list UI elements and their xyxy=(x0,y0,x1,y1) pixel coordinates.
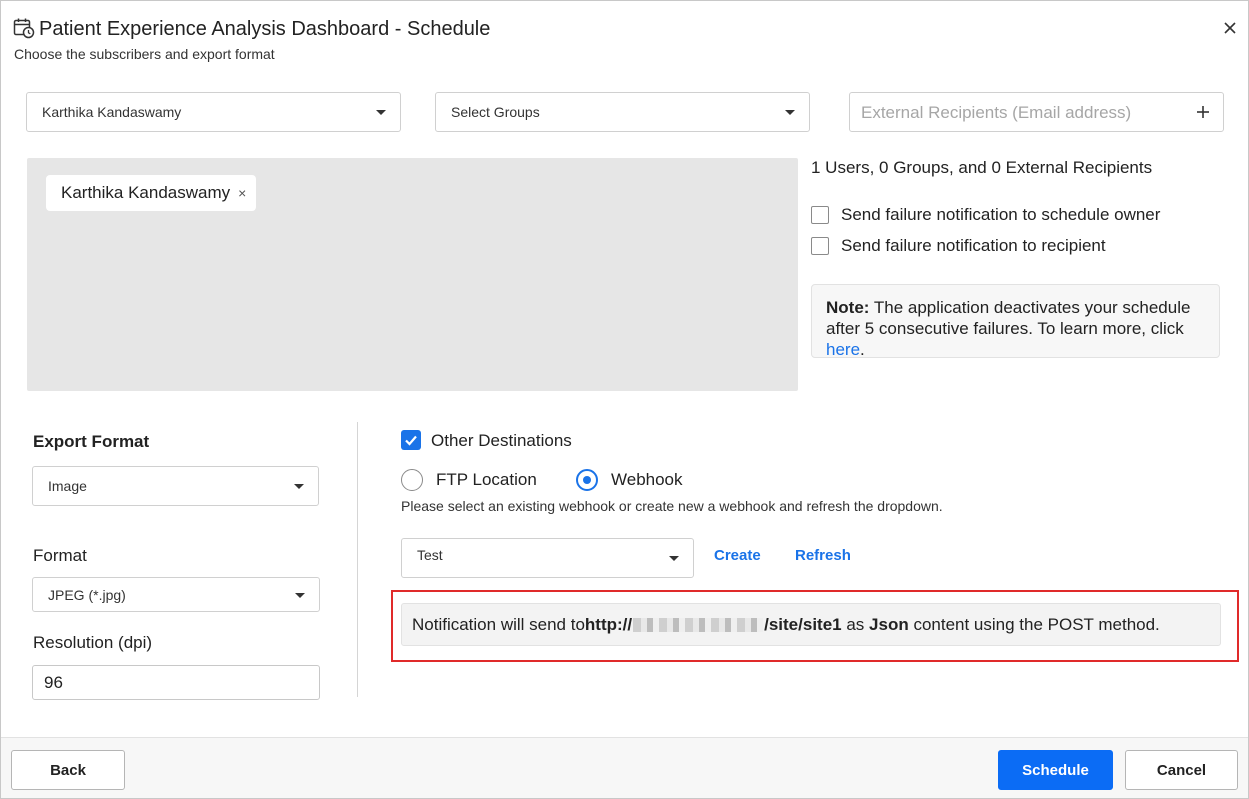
selected-recipients-area: Karthika Kandaswamy × xyxy=(27,158,798,391)
groups-dropdown-value: Select Groups xyxy=(451,104,540,120)
back-button[interactable]: Back xyxy=(11,750,125,790)
calendar-clock-icon xyxy=(13,18,35,39)
recipient-notification-label: Send failure notification to recipient xyxy=(841,236,1106,255)
webhook-dropdown-value: Test xyxy=(417,547,443,563)
owner-notification-option[interactable]: Send failure notification to schedule ow… xyxy=(811,205,1160,225)
notif-url-end: /site/site1 xyxy=(764,614,842,634)
export-format-label: Export Format xyxy=(33,432,150,451)
ftp-location-label: FTP Location xyxy=(436,470,537,489)
other-destinations-label: Other Destinations xyxy=(431,431,572,450)
recipient-notification-checkbox[interactable] xyxy=(811,237,829,255)
webhook-label: Webhook xyxy=(611,470,683,489)
notif-suffix: content using the POST method. xyxy=(908,614,1160,634)
owner-notification-label: Send failure notification to schedule ow… xyxy=(841,205,1161,224)
create-webhook-button[interactable]: Create xyxy=(714,547,761,564)
failure-note: Note: The application deactivates your s… xyxy=(811,284,1220,358)
webhook-hint: Please select an existing webhook or cre… xyxy=(401,498,943,514)
checkmark-icon xyxy=(405,435,417,446)
recipient-chip-label: Karthika Kandaswamy xyxy=(61,183,231,202)
recipient-chip: Karthika Kandaswamy × xyxy=(46,175,257,211)
notif-prefix: Notification will send to xyxy=(412,614,585,634)
owner-notification-checkbox[interactable] xyxy=(811,206,829,224)
export-format-dropdown[interactable]: Image xyxy=(32,466,319,506)
webhook-notification-message: Notification will send to http:// /site/… xyxy=(401,603,1221,646)
notif-content-type: Json xyxy=(869,614,909,634)
schedule-dialog: Patient Experience Analysis Dashboard - … xyxy=(0,0,1249,799)
external-recipients-field xyxy=(849,92,1224,133)
users-dropdown[interactable]: Karthika Kandaswamy xyxy=(26,92,401,132)
webhook-dropdown[interactable]: Test xyxy=(401,538,694,578)
note-text: The application deactivates your schedul… xyxy=(826,298,1191,338)
chevron-down-icon xyxy=(785,110,795,115)
format-value: JPEG (*.jpg) xyxy=(48,586,126,603)
remove-chip-icon[interactable]: × xyxy=(238,185,246,201)
export-format-value: Image xyxy=(48,478,87,494)
close-icon[interactable] xyxy=(1220,18,1240,38)
ftp-location-radio[interactable] xyxy=(401,469,423,491)
other-destinations-checkbox[interactable] xyxy=(401,430,421,450)
dialog-footer: Back Schedule Cancel xyxy=(1,737,1248,798)
groups-dropdown[interactable]: Select Groups xyxy=(435,92,810,132)
format-dropdown[interactable]: JPEG (*.jpg) xyxy=(32,577,320,612)
dialog-subtitle: Choose the subscribers and export format xyxy=(14,46,275,62)
ftp-location-option[interactable]: FTP Location xyxy=(401,469,537,491)
users-dropdown-value: Karthika Kandaswamy xyxy=(42,104,182,120)
resolution-input[interactable] xyxy=(32,665,320,700)
note-end: . xyxy=(860,340,865,358)
redacted-host xyxy=(633,617,764,632)
format-label: Format xyxy=(33,546,87,565)
notif-middle: as xyxy=(841,614,870,634)
schedule-button[interactable]: Schedule xyxy=(998,750,1113,790)
chevron-down-icon xyxy=(295,592,305,598)
recipients-summary: 1 Users, 0 Groups, and 0 External Recipi… xyxy=(811,158,1153,177)
external-recipients-input[interactable] xyxy=(850,93,1183,133)
chevron-down-icon xyxy=(294,484,304,489)
notif-url-start: http:// xyxy=(584,614,633,634)
section-divider xyxy=(357,422,358,697)
note-help-link[interactable]: here xyxy=(826,340,860,357)
recipient-notification-option[interactable]: Send failure notification to recipient xyxy=(811,236,1106,256)
dialog-title: Patient Experience Analysis Dashboard - … xyxy=(39,18,491,40)
webhook-radio[interactable] xyxy=(576,469,598,491)
chevron-down-icon xyxy=(376,110,386,115)
resolution-label: Resolution (dpi) xyxy=(33,633,153,652)
plus-icon[interactable] xyxy=(1195,104,1211,120)
cancel-button[interactable]: Cancel xyxy=(1125,750,1238,790)
note-bold: Note: xyxy=(826,298,870,317)
refresh-webhook-button[interactable]: Refresh xyxy=(795,547,851,564)
webhook-option[interactable]: Webhook xyxy=(576,469,683,491)
chevron-down-icon xyxy=(669,556,679,561)
